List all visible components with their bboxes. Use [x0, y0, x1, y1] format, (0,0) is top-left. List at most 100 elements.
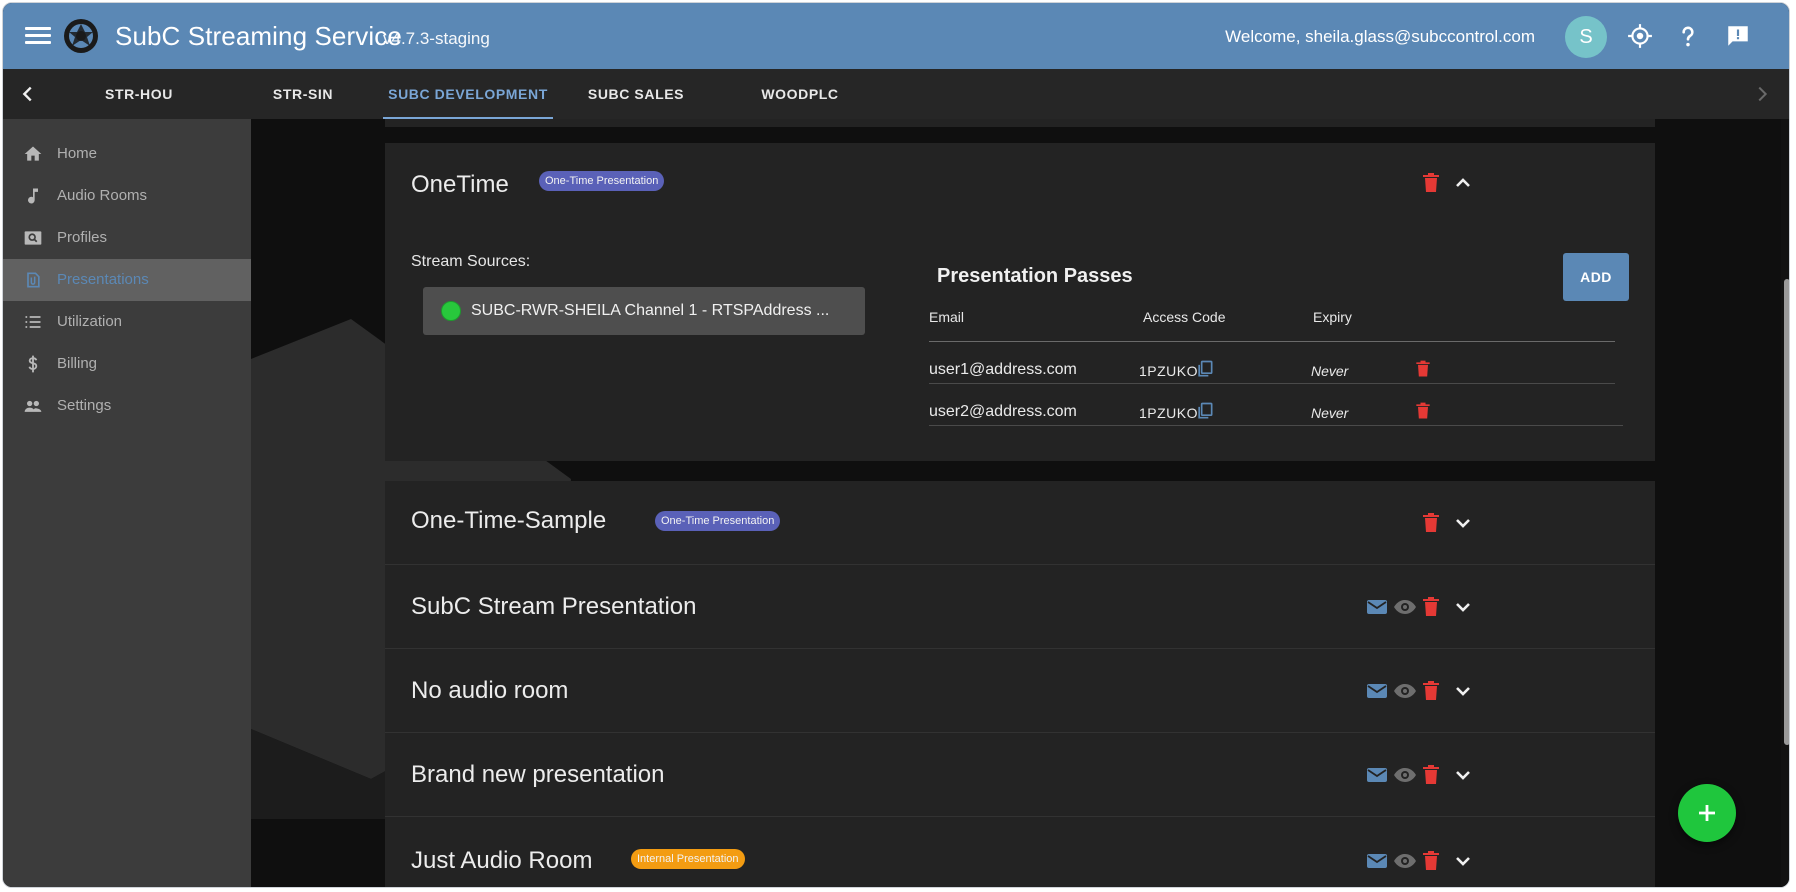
pass-access-code: 1PZUKO [1139, 363, 1199, 379]
chevron-down-icon[interactable] [1451, 595, 1475, 619]
previous-card-edge [385, 119, 1655, 127]
sidebar-item-label: Utilization [57, 313, 123, 330]
delete-icon[interactable] [1419, 763, 1443, 787]
presentation-card-onetime: OneTime One-Time Presentation Stream Sou… [385, 143, 1655, 461]
eye-icon[interactable] [1393, 595, 1417, 619]
sidebar-item-label: Home [57, 145, 98, 162]
chevron-down-icon[interactable] [1451, 763, 1475, 787]
sidebar-item-label: Billing [57, 355, 98, 372]
row-divider [929, 425, 1623, 426]
presentation-type-badge: Internal Presentation [631, 849, 745, 869]
chevron-down-icon[interactable] [1451, 511, 1475, 535]
stream-sources-label: Stream Sources: [411, 253, 531, 270]
tab-subc-development[interactable]: SUBC DEVELOPMENT [383, 69, 553, 119]
sidebar-item-utilization[interactable]: Utilization [3, 301, 251, 343]
add-presentation-button[interactable] [1678, 784, 1736, 842]
tab-woodplc[interactable]: WOODPLC [735, 69, 865, 119]
eye-icon[interactable] [1393, 849, 1417, 873]
copy-icon[interactable] [1195, 401, 1215, 421]
pass-expiry: Never [1311, 405, 1349, 421]
pass-email: user2@address.com [929, 403, 1077, 420]
menu-icon[interactable] [25, 24, 51, 48]
presentation-passes-title: Presentation Passes [937, 265, 1133, 287]
delete-pass-icon[interactable] [1413, 401, 1433, 421]
presentations-list: OneTime One-Time Presentation Stream Sou… [251, 119, 1789, 887]
chevron-up-icon[interactable] [1451, 171, 1475, 195]
sidebar-item-label: Settings [57, 397, 112, 414]
row-divider [929, 383, 1615, 384]
live-status-icon [441, 301, 461, 321]
sidebar-item-profiles[interactable]: Profiles [3, 217, 251, 259]
presentation-type-badge: One-Time Presentation [539, 171, 665, 191]
delete-pass-icon[interactable] [1413, 359, 1433, 379]
presentation-title: Just Audio Room [411, 847, 593, 874]
attachment-icon [27, 272, 40, 288]
presentation-title: One-Time-Sample [411, 507, 607, 534]
mail-icon[interactable] [1365, 849, 1389, 873]
avatar[interactable]: S [1565, 16, 1607, 58]
tenant-tab-bar: STR-HOU STR-SIN SUBC DEVELOPMENT SUBC SA… [3, 69, 1789, 119]
location-target-icon[interactable] [1627, 23, 1653, 49]
app-window: SubC Streaming Service v4.7.3-staging We… [2, 2, 1790, 888]
column-header-email: Email [929, 309, 965, 325]
app-version: v4.7.3-staging [383, 29, 490, 48]
copy-icon[interactable] [1195, 359, 1215, 379]
stream-source-item[interactable]: SUBC-RWR-SHEILA Channel 1 - RTSPAddress … [423, 287, 865, 335]
pass-expiry: Never [1311, 363, 1349, 379]
plus-icon [1699, 805, 1715, 821]
sidebar-item-audio-rooms[interactable]: Audio Rooms [3, 175, 251, 217]
tab-str-hou[interactable]: STR-HOU [77, 69, 201, 119]
people-icon [24, 400, 42, 412]
chevron-left-icon[interactable] [17, 83, 39, 105]
mail-icon[interactable] [1365, 763, 1389, 787]
eye-icon[interactable] [1393, 763, 1417, 787]
presentation-card-one-time-sample[interactable]: One-Time-Sample One-Time Presentation [385, 481, 1655, 565]
sidebar-item-home[interactable]: Home [3, 133, 251, 175]
stream-source-name: SUBC-RWR-SHEILA Channel 1 - RTSPAddress … [471, 302, 830, 319]
chevron-right-icon[interactable] [1751, 83, 1773, 105]
welcome-text: Welcome, sheila.glass@subccontrol.com [1225, 27, 1535, 46]
delete-icon[interactable] [1419, 849, 1443, 873]
presentation-card-subc-stream-presentation[interactable]: SubC Stream Presentation [385, 565, 1655, 649]
sidebar-item-settings[interactable]: Settings [3, 385, 251, 427]
sidebar-item-label: Audio Rooms [57, 187, 148, 204]
presentation-card-just-audio-room[interactable]: Just Audio Room Internal Presentation [385, 817, 1655, 887]
presentation-type-badge: One-Time Presentation [655, 511, 781, 531]
delete-icon[interactable] [1419, 511, 1443, 535]
mail-icon[interactable] [1365, 595, 1389, 619]
column-header-access-code: Access Code [1143, 309, 1226, 325]
home-icon [24, 146, 42, 161]
help-icon[interactable] [1675, 23, 1701, 49]
feedback-icon[interactable] [1725, 23, 1751, 49]
delete-icon[interactable] [1419, 595, 1443, 619]
sidebar-item-label: Presentations [57, 271, 149, 288]
pass-email: user1@address.com [929, 361, 1077, 378]
eye-icon[interactable] [1393, 679, 1417, 703]
app-title: SubC Streaming Service [115, 21, 402, 51]
sidebar-item-presentations[interactable]: Presentations [3, 259, 251, 301]
presentation-title: OneTime [411, 171, 509, 198]
delete-icon[interactable] [1419, 679, 1443, 703]
mail-icon[interactable] [1365, 679, 1389, 703]
chevron-down-icon[interactable] [1451, 849, 1475, 873]
profile-search-icon [24, 231, 42, 245]
chevron-down-icon[interactable] [1451, 679, 1475, 703]
list-icon [25, 316, 41, 328]
music-note-icon [28, 188, 38, 204]
subc-logo-icon [64, 19, 98, 53]
tab-str-sin[interactable]: STR-SIN [241, 69, 365, 119]
dollar-icon [28, 355, 38, 373]
tab-subc-sales[interactable]: SUBC SALES [571, 69, 701, 119]
sidebar-item-billing[interactable]: Billing [3, 343, 251, 385]
presentation-title: Brand new presentation [411, 761, 665, 788]
add-pass-button[interactable]: ADD [1563, 253, 1629, 301]
table-header-divider [929, 341, 1615, 342]
sidebar-item-label: Profiles [57, 229, 108, 246]
scrollbar-thumb[interactable] [1784, 279, 1789, 745]
presentation-card-brand-new-presentation[interactable]: Brand new presentation [385, 733, 1655, 817]
sidebar: Home Audio Rooms Profiles Presentations … [3, 119, 251, 887]
app-bar: SubC Streaming Service v4.7.3-staging We… [3, 3, 1789, 69]
delete-icon[interactable] [1419, 171, 1443, 195]
presentation-title: No audio room [411, 677, 569, 704]
presentation-card-no-audio-room[interactable]: No audio room [385, 649, 1655, 733]
